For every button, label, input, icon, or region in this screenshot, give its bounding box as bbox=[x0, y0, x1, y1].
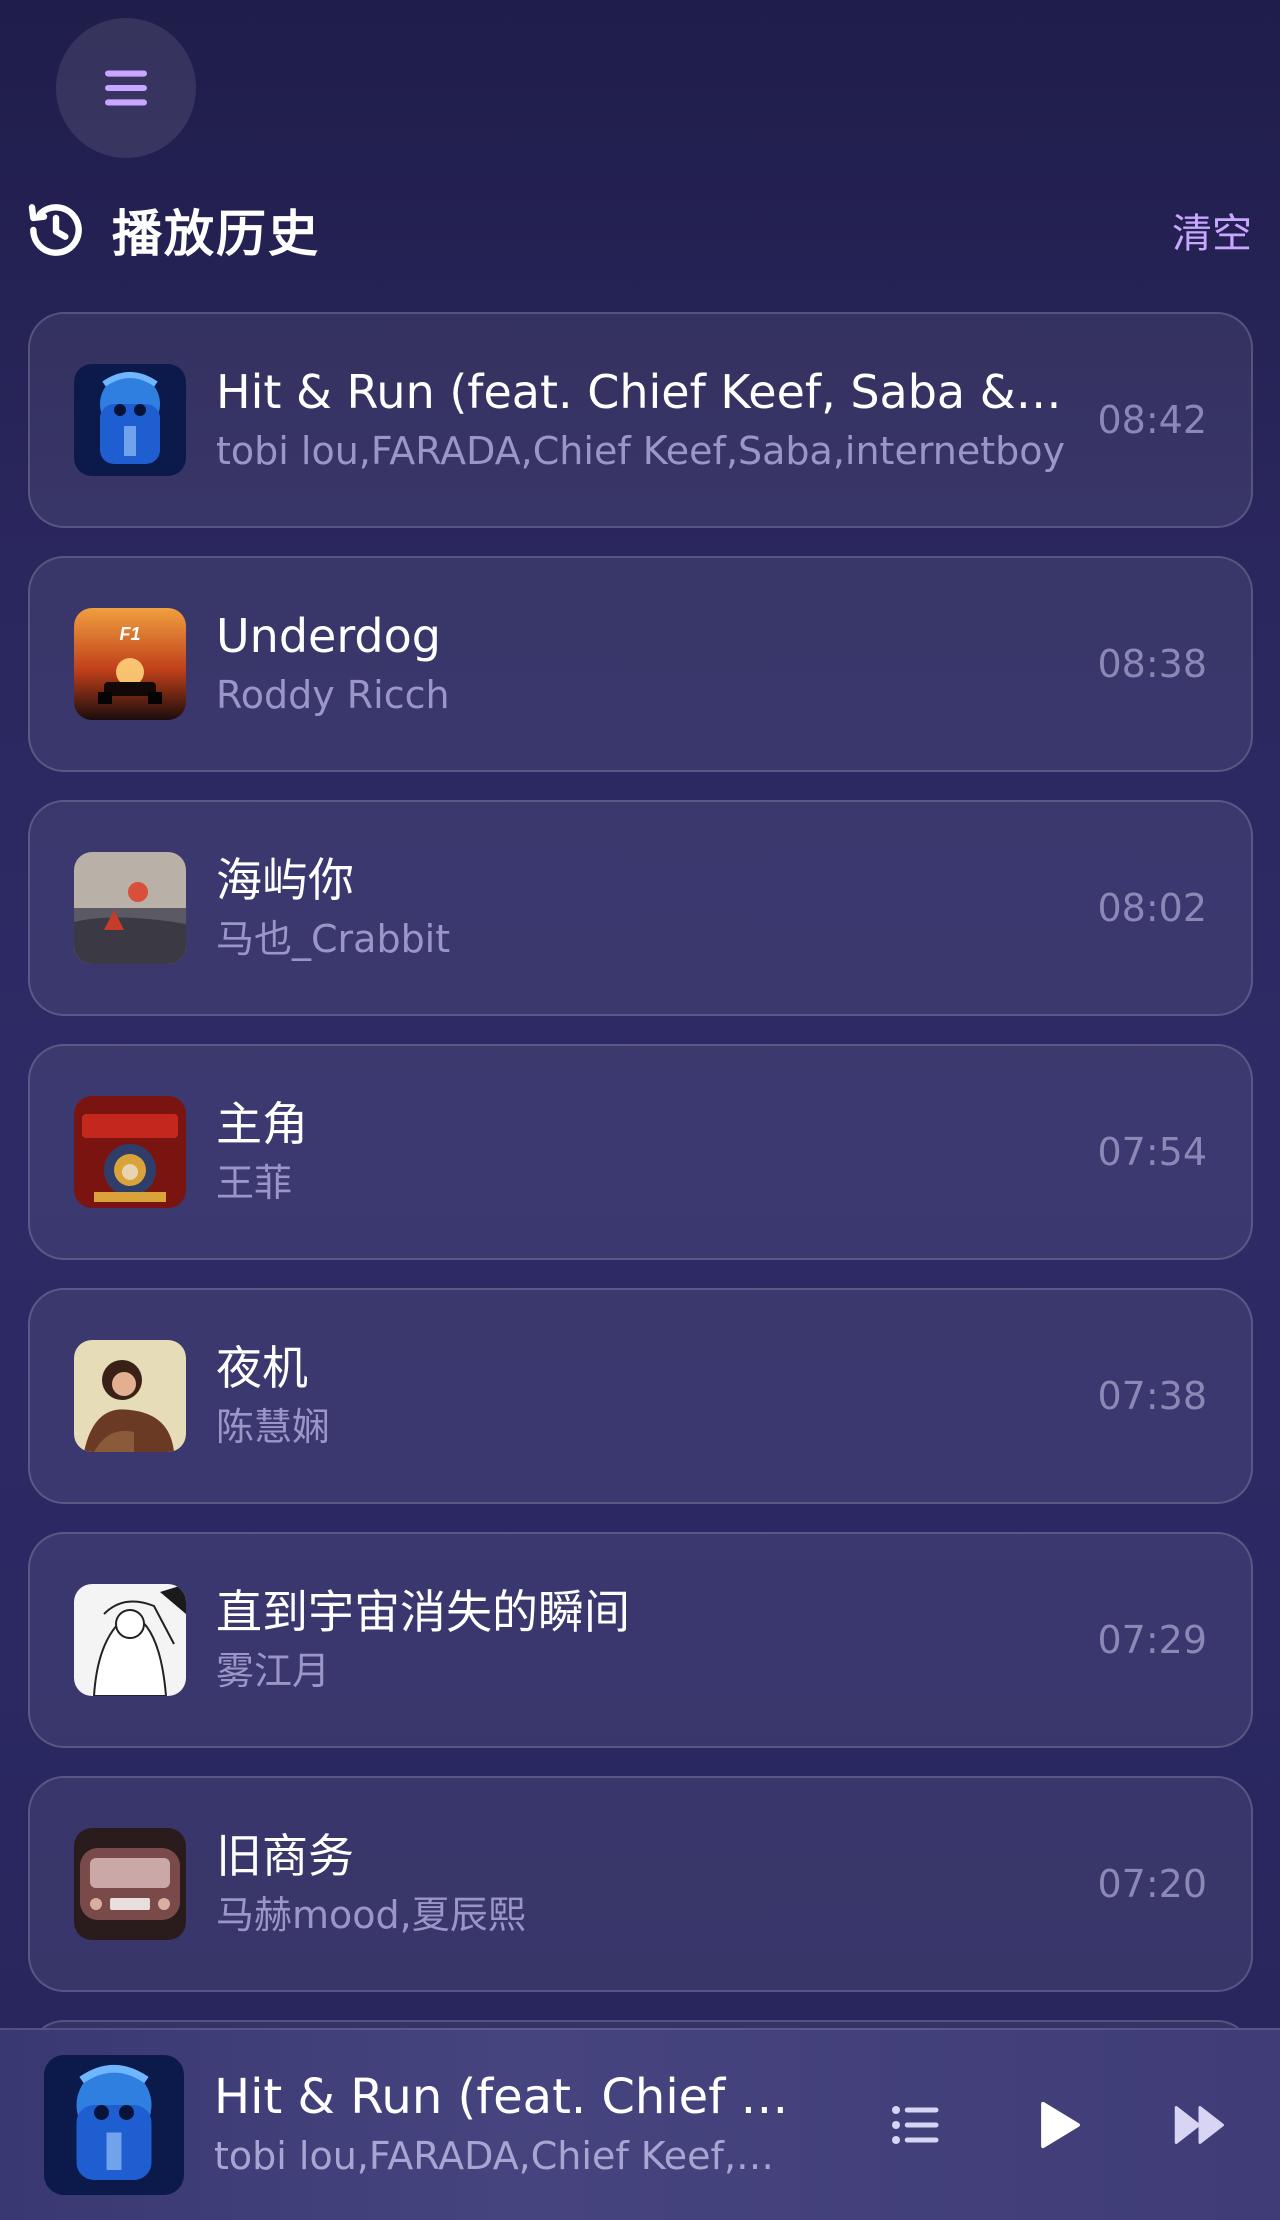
play-icon bbox=[1041, 2101, 1080, 2149]
next-track-button[interactable] bbox=[1160, 2085, 1240, 2165]
hamburger-menu-icon bbox=[105, 70, 147, 106]
album-cover bbox=[74, 1096, 186, 1208]
menu-button[interactable] bbox=[56, 18, 196, 158]
album-cover bbox=[74, 852, 186, 964]
playlist-button[interactable] bbox=[876, 2085, 956, 2165]
song-title: Underdog bbox=[216, 609, 441, 663]
svg-text:F1: F1 bbox=[119, 624, 140, 644]
history-item[interactable]: 主角 王菲 07:54 bbox=[28, 1044, 1253, 1260]
played-time: 07:38 bbox=[1097, 1374, 1207, 1418]
played-time: 07:29 bbox=[1097, 1618, 1207, 1662]
song-artist: Roddy Ricch bbox=[216, 673, 450, 717]
song-title: 旧商务 bbox=[216, 1829, 354, 1883]
history-item[interactable]: 旧商务 马赫mood,夏辰熙 07:20 bbox=[28, 1776, 1253, 1992]
song-title: 海屿你 bbox=[216, 853, 354, 907]
song-artist: 雾江月 bbox=[216, 1649, 331, 1693]
clear-history-button[interactable]: 清空 bbox=[1172, 201, 1252, 259]
played-time: 08:38 bbox=[1097, 642, 1207, 686]
album-cover bbox=[74, 1828, 186, 1940]
mini-player[interactable]: Hit & Run (feat. Chief Keef, Saba & inte… bbox=[0, 2028, 1280, 2220]
played-time: 08:42 bbox=[1097, 398, 1207, 442]
now-playing-title: Hit & Run (feat. Chief Keef, Saba & inte… bbox=[214, 2069, 794, 2125]
history-list: Hit & Run (feat. Chief Keef, Saba & inte… bbox=[28, 312, 1253, 2020]
now-playing-cover bbox=[44, 2055, 184, 2195]
history-item[interactable]: 直到宇宙消失的瞬间 雾江月 07:29 bbox=[28, 1532, 1253, 1748]
song-artist: 马也_Crabbit bbox=[216, 917, 451, 961]
history-icon bbox=[28, 204, 82, 256]
history-header: 播放历史 清空 bbox=[24, 190, 1252, 270]
song-title: 直到宇宙消失的瞬间 bbox=[216, 1585, 630, 1639]
history-item[interactable]: 海屿你 马也_Crabbit 08:02 bbox=[28, 800, 1253, 1016]
played-time: 07:20 bbox=[1097, 1862, 1207, 1906]
page-title: 播放历史 bbox=[112, 205, 320, 263]
album-cover bbox=[74, 1340, 186, 1452]
history-item[interactable]: F1 Underdog Roddy Ricch 08:38 bbox=[28, 556, 1253, 772]
song-artist: 陈慧娴 bbox=[216, 1405, 331, 1449]
song-title: 夜机 bbox=[216, 1341, 308, 1395]
history-item[interactable]: 夜机 陈慧娴 07:38 bbox=[28, 1288, 1253, 1504]
play-button[interactable] bbox=[1018, 2085, 1098, 2165]
song-artist: tobi lou,FARADA,Chief Keef,Saba,internet… bbox=[216, 429, 1066, 473]
playlist-icon bbox=[892, 2106, 939, 2144]
album-cover bbox=[74, 364, 186, 476]
song-title: 主角 bbox=[216, 1097, 308, 1151]
song-title: Hit & Run (feat. Chief Keef, Saba & inte… bbox=[216, 365, 1076, 419]
played-time: 08:02 bbox=[1097, 886, 1207, 930]
song-artist: 王菲 bbox=[216, 1161, 293, 1205]
album-cover bbox=[74, 1584, 186, 1696]
song-artist: 马赫mood,夏辰熙 bbox=[216, 1893, 526, 1937]
played-time: 07:54 bbox=[1097, 1130, 1207, 1174]
now-playing-artist: tobi lou,FARADA,Chief Keef,Saba,internet… bbox=[214, 2134, 794, 2178]
album-cover: F1 bbox=[74, 608, 186, 720]
fast-forward-icon bbox=[1174, 2106, 1224, 2144]
history-item[interactable]: Hit & Run (feat. Chief Keef, Saba & inte… bbox=[28, 312, 1253, 528]
